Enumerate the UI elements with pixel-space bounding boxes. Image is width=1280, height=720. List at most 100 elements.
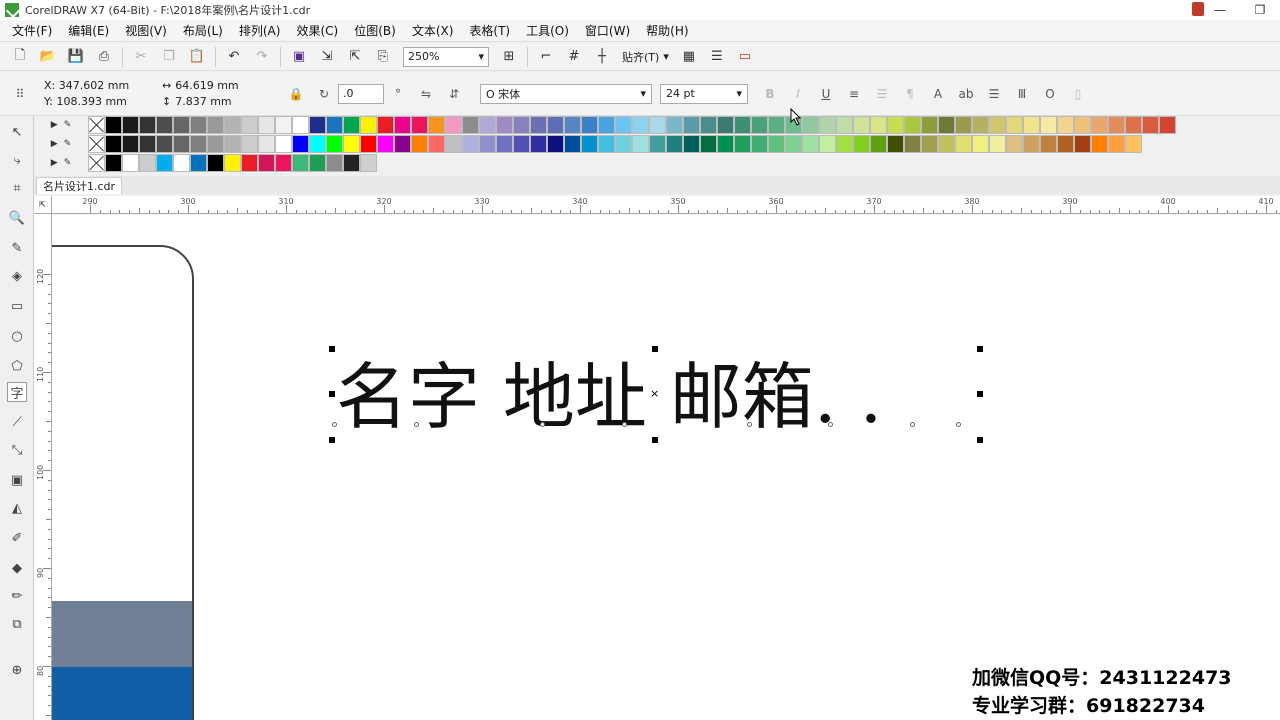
color-swatch[interactable] [972,116,989,134]
color-swatch[interactable] [190,135,207,153]
color-swatch[interactable] [224,135,241,153]
color-swatch[interactable] [683,116,700,134]
ruler-origin[interactable]: ⇱ [34,196,52,214]
color-swatch[interactable] [1023,116,1040,134]
color-swatch[interactable] [496,116,513,134]
color-swatch[interactable] [649,116,666,134]
color-swatch[interactable] [173,135,190,153]
color-eyedropper-icon[interactable]: ✐ [7,528,27,548]
color-swatch[interactable] [802,116,819,134]
color-swatch[interactable] [904,116,921,134]
color-swatch[interactable] [292,116,309,134]
color-swatch[interactable] [1074,116,1091,134]
selection-handle-bottom-left[interactable] [329,437,335,443]
color-swatch[interactable] [530,116,547,134]
mirror-vertical-icon[interactable]: ⇵ [445,85,463,103]
text-alignment-icon[interactable]: ≡ [845,85,863,103]
character-formatting-icon[interactable]: A [929,85,947,103]
selection-handle-bottom-center[interactable] [652,437,658,443]
text-node[interactable] [910,422,915,427]
color-swatch[interactable] [717,116,734,134]
font-family-select[interactable]: O 宋体 ▾ [480,83,652,104]
color-swatch[interactable] [122,154,139,172]
color-swatch[interactable] [343,116,360,134]
color-swatch[interactable] [326,135,343,153]
tab-document[interactable]: 名片设计1.cdr [36,177,123,194]
color-swatch[interactable] [615,116,632,134]
color-swatch[interactable] [972,135,989,153]
color-swatch[interactable] [258,154,275,172]
full-screen-icon[interactable]: ⊞ [500,48,518,66]
menu-view[interactable]: 视图(V) [117,22,175,39]
color-swatch[interactable] [887,135,904,153]
selection-handle-middle-right[interactable] [977,391,983,397]
menu-arrange[interactable]: 排列(A) [231,22,289,39]
redo-icon[interactable]: ↷ [253,48,271,66]
drawing-canvas[interactable]: 名字 地址 邮箱. . × [52,215,1280,720]
copy-icon[interactable]: ❐ [160,48,178,66]
freehand-tool-icon[interactable]: ✎ [7,238,27,258]
color-swatch[interactable] [326,154,343,172]
color-swatch[interactable] [666,116,683,134]
selection-handle-bottom-right[interactable] [977,437,983,443]
color-swatch[interactable] [377,135,394,153]
color-swatch[interactable] [292,135,309,153]
color-swatch[interactable] [1006,135,1023,153]
publish-pdf-icon[interactable]: ⎘ [374,48,392,66]
color-swatch[interactable] [1159,116,1176,134]
color-swatch[interactable] [530,135,547,153]
color-swatch[interactable] [224,116,241,134]
welcome-screen-icon[interactable]: ▦ [680,48,698,66]
crop-tool-icon[interactable]: ⌗ [7,178,27,198]
color-swatch[interactable] [1125,135,1142,153]
color-swatch[interactable] [258,116,275,134]
color-swatch[interactable] [564,116,581,134]
menu-text[interactable]: 文本(X) [404,22,462,39]
color-swatch[interactable] [105,154,122,172]
color-swatch[interactable] [190,154,207,172]
menu-tools[interactable]: 工具(O) [518,22,577,39]
color-swatch[interactable] [768,116,785,134]
shape-tool-icon[interactable]: ⤷ [7,150,27,170]
color-swatch[interactable] [734,116,751,134]
undo-icon[interactable]: ↶ [225,48,243,66]
palette-controls[interactable]: ▶ ✎ [34,154,88,172]
color-swatch[interactable] [853,116,870,134]
color-swatch[interactable] [632,135,649,153]
selection-handle-top-left[interactable] [329,346,335,352]
color-swatch[interactable] [768,135,785,153]
color-swatch[interactable] [496,135,513,153]
color-swatch[interactable] [955,135,972,153]
parallel-dimension-icon[interactable]: ⟋ [7,412,27,432]
color-swatch[interactable] [870,135,887,153]
color-swatch[interactable] [1074,135,1091,153]
text-node[interactable] [622,422,627,427]
color-swatch[interactable] [1006,116,1023,134]
connector-tool-icon[interactable]: ⤡ [7,440,27,460]
height-field[interactable]: 7.837 mm [175,94,231,110]
color-swatch[interactable] [275,116,292,134]
minimize-icon[interactable]: — [1200,0,1240,20]
no-color-swatch[interactable] [88,116,105,134]
mirror-horizontal-icon[interactable]: ⇋ [417,85,435,103]
color-swatch[interactable] [581,116,598,134]
color-swatch[interactable] [241,154,258,172]
color-swatch[interactable] [275,154,292,172]
selection-handle-middle-left[interactable] [329,391,335,397]
color-swatch[interactable] [139,116,156,134]
color-swatch[interactable] [207,154,224,172]
italic-icon[interactable]: I [789,85,807,103]
rectangle-tool-icon[interactable]: ▭ [7,296,27,316]
save-icon[interactable]: 💾 [67,48,85,66]
color-swatch[interactable] [258,135,275,153]
interactive-opentype-icon[interactable]: O [1041,85,1059,103]
color-swatch[interactable] [105,135,122,153]
color-swatch[interactable] [343,154,360,172]
snap-to-button[interactable]: 贴齐(T) ▾ [622,49,669,65]
color-swatch[interactable] [955,116,972,134]
bold-icon[interactable]: B [761,85,779,103]
color-swatch[interactable] [173,116,190,134]
cut-icon[interactable]: ✂ [132,48,150,66]
color-swatch[interactable] [615,135,632,153]
color-swatch[interactable] [1125,116,1142,134]
